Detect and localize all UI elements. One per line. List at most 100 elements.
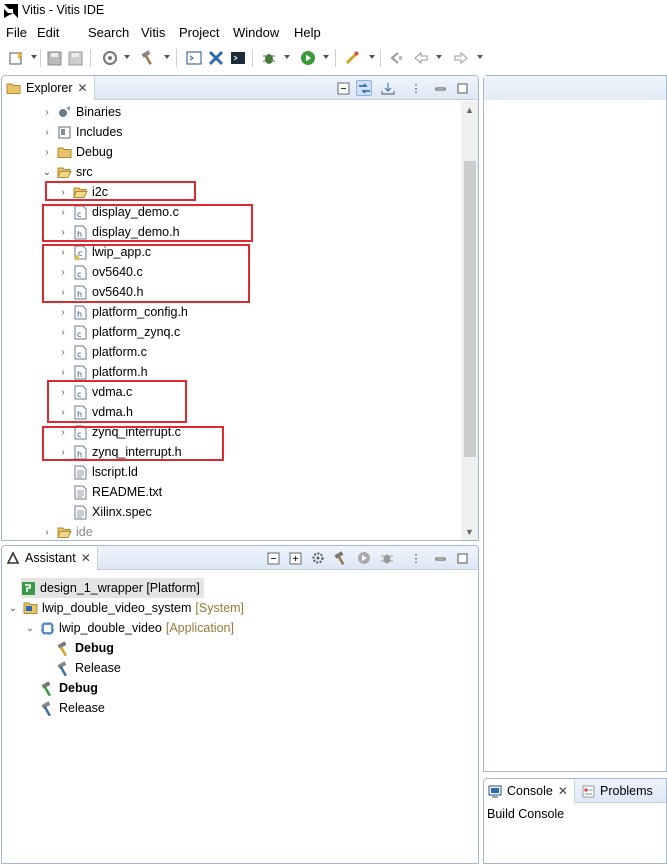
- editor-area-panel: [483, 75, 667, 772]
- chevron-right-icon[interactable]: ›: [42, 127, 52, 138]
- chevron-right-icon[interactable]: ›: [58, 307, 68, 318]
- chevron-down-icon[interactable]: ⌄: [42, 167, 52, 178]
- application-label: lwip_double_video: [59, 621, 162, 635]
- hammer-icon: [56, 660, 71, 676]
- gear-target-icon[interactable]: [101, 49, 119, 67]
- svg-text:c: c: [77, 350, 81, 359]
- tree-item-includes[interactable]: › Includes: [42, 122, 122, 142]
- tree-item-platform[interactable]: design_1_wrapper [Platform]: [21, 578, 204, 598]
- tab-explorer[interactable]: Explorer ✕: [2, 76, 95, 100]
- view-menu-icon[interactable]: ⋮: [408, 80, 424, 96]
- close-icon[interactable]: ✕: [78, 81, 88, 95]
- console-subtitle: Build Console: [487, 807, 565, 821]
- hammer-debug-icon: [56, 640, 71, 656]
- tab-explorer-label: Explorer: [26, 81, 73, 95]
- chevron-right-icon[interactable]: ›: [58, 347, 68, 358]
- chevron-right-icon[interactable]: ›: [58, 327, 68, 338]
- tree-item-lscript-ld[interactable]: lscript.ld: [73, 462, 138, 482]
- menu-project[interactable]: Project: [179, 25, 219, 40]
- maximize-icon[interactable]: [454, 80, 470, 96]
- save-icon[interactable]: [45, 49, 63, 67]
- tree-item-platform-zynq-c[interactable]: › c platform_zynq.c: [58, 322, 180, 342]
- close-icon[interactable]: ✕: [558, 784, 568, 798]
- editor-area-header: [484, 76, 666, 100]
- minimize-icon[interactable]: [432, 80, 448, 96]
- assistant-icon: [6, 551, 20, 564]
- save-all-icon[interactable]: [66, 49, 84, 67]
- system-label: lwip_double_video_system: [42, 601, 192, 615]
- last-edit-icon[interactable]: [387, 49, 405, 67]
- import-icon[interactable]: [380, 80, 396, 96]
- tree-item-ide[interactable]: › ide: [42, 522, 93, 540]
- console-icon[interactable]: [229, 49, 247, 67]
- menu-file[interactable]: File: [6, 25, 27, 40]
- chevron-down-icon[interactable]: ⌄: [25, 623, 35, 634]
- scrollbar-thumb[interactable]: [464, 161, 476, 457]
- view-menu-icon[interactable]: ⋮: [408, 550, 424, 566]
- tree-item-platform-h[interactable]: › h platform.h: [58, 362, 148, 382]
- tree-item-readme-txt[interactable]: README.txt: [73, 482, 162, 502]
- tree-item-label: src: [76, 165, 93, 179]
- chevron-right-icon[interactable]: ›: [42, 147, 52, 158]
- tree-item-debug-folder[interactable]: › Debug: [42, 142, 113, 162]
- h-file-icon: h: [73, 365, 88, 380]
- tree-item-src[interactable]: ⌄ src: [42, 162, 93, 182]
- build-hammer-icon[interactable]: [333, 550, 349, 566]
- tree-item-binaries[interactable]: › Binaries: [42, 102, 121, 122]
- run-icon[interactable]: [299, 49, 317, 67]
- scroll-down-icon[interactable]: ▼: [461, 523, 478, 540]
- link-editor-icon[interactable]: [356, 80, 372, 96]
- tree-item-platform-config-h[interactable]: › h platform_config.h: [58, 302, 188, 322]
- program-fpga-icon[interactable]: [343, 49, 361, 67]
- window-title: Vitis - Vitis IDE: [22, 3, 105, 17]
- menu-edit[interactable]: Edit: [37, 25, 59, 40]
- hammer-debug-icon: [40, 680, 55, 696]
- tab-problems[interactable]: Problems: [578, 779, 659, 803]
- forward-arrow-icon[interactable]: [452, 49, 470, 67]
- assistant-tab-bar: Assistant ✕ ⋮: [2, 546, 478, 570]
- app-debug-label: Debug: [75, 641, 114, 655]
- tree-item-xilinx-spec[interactable]: Xilinx.spec: [73, 502, 152, 522]
- folder-open-icon: [57, 525, 72, 540]
- chevron-right-icon[interactable]: ›: [42, 107, 52, 118]
- maximize-icon[interactable]: [454, 550, 470, 566]
- build-hammer-icon[interactable]: [139, 49, 157, 67]
- highlight-box-zynq-interrupt: [42, 426, 224, 461]
- menu-window[interactable]: Window: [233, 25, 279, 40]
- tree-item-app-debug[interactable]: Debug: [56, 638, 114, 658]
- tree-item-application[interactable]: ⌄ lwip_double_video [Application]: [25, 618, 234, 638]
- tab-assistant[interactable]: Assistant ✕: [2, 546, 98, 570]
- tab-console[interactable]: Console ✕: [484, 779, 575, 803]
- explorer-scrollbar[interactable]: ▲ ▼: [461, 101, 478, 540]
- chevron-right-icon[interactable]: ›: [58, 367, 68, 378]
- chevron-down-icon[interactable]: ⌄: [8, 603, 18, 614]
- new-icon[interactable]: [7, 49, 25, 67]
- scroll-up-icon[interactable]: ▲: [461, 101, 478, 118]
- collapse-all-icon[interactable]: [335, 80, 351, 96]
- debug-bug-icon[interactable]: [260, 49, 278, 67]
- expand-all-icon[interactable]: [287, 550, 303, 566]
- tree-item-label: ide: [76, 525, 93, 539]
- platform-icon: [21, 581, 36, 596]
- xsct-icon[interactable]: [207, 49, 225, 67]
- tree-item-sys-debug[interactable]: Debug: [40, 678, 98, 698]
- tree-item-platform-c[interactable]: › c platform.c: [58, 342, 147, 362]
- tree-item-system[interactable]: ⌄ lwip_double_video_system [System]: [8, 598, 244, 618]
- close-icon[interactable]: ✕: [81, 551, 91, 565]
- settings-gear-icon[interactable]: [310, 550, 326, 566]
- debug-bug-icon[interactable]: [379, 550, 395, 566]
- menu-vitis[interactable]: Vitis: [141, 25, 165, 40]
- chevron-right-icon[interactable]: ›: [42, 527, 52, 538]
- svg-text:h: h: [77, 310, 82, 319]
- tree-item-sys-release[interactable]: Release: [40, 698, 105, 718]
- minimize-icon[interactable]: [432, 550, 448, 566]
- terminal-icon[interactable]: [185, 49, 203, 67]
- menu-help[interactable]: Help: [294, 25, 321, 40]
- run-icon[interactable]: [356, 550, 372, 566]
- menu-search[interactable]: Search: [88, 25, 129, 40]
- collapse-all-icon[interactable]: [265, 550, 281, 566]
- platform-label: design_1_wrapper [Platform]: [40, 581, 200, 595]
- tree-item-app-release[interactable]: Release: [56, 658, 121, 678]
- explorer-tab-bar: Explorer ✕ ⋮: [2, 76, 478, 100]
- back-arrow-icon[interactable]: [412, 49, 430, 67]
